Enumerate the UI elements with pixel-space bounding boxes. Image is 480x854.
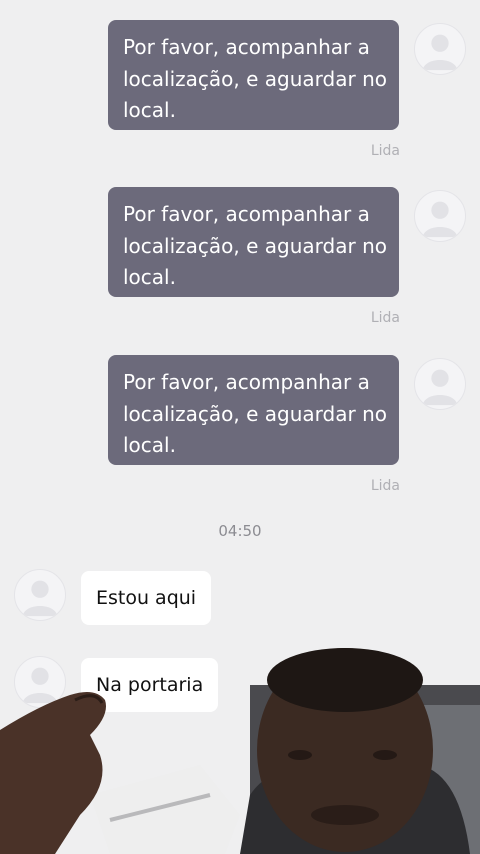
person-head bbox=[257, 648, 433, 852]
read-status: Lida bbox=[370, 143, 400, 159]
incoming-message-bubble[interactable]: Na portaria bbox=[81, 658, 219, 712]
person-hand bbox=[0, 691, 106, 854]
outgoing-message-bubble[interactable]: Por favor, acompanhar a localização, e a… bbox=[108, 20, 399, 130]
message-text: Estou aqui bbox=[96, 587, 197, 609]
contact-avatar-icon[interactable] bbox=[14, 656, 66, 708]
person-torso bbox=[240, 763, 470, 854]
contact-avatar-icon[interactable] bbox=[14, 569, 66, 621]
user-avatar-icon[interactable] bbox=[414, 23, 466, 75]
read-status: Lida bbox=[370, 478, 400, 494]
chat-thread[interactable]: Por favor, acompanhar a localização, e a… bbox=[0, 0, 480, 854]
read-status: Lida bbox=[370, 310, 400, 326]
user-avatar-icon[interactable] bbox=[414, 358, 466, 410]
message-text: Por favor, acompanhar a localização, e a… bbox=[123, 202, 387, 289]
incoming-message-bubble[interactable]: Estou aqui bbox=[81, 571, 212, 625]
user-avatar-icon[interactable] bbox=[414, 190, 466, 242]
message-text: Na portaria bbox=[96, 674, 204, 696]
held-object-edge bbox=[109, 793, 211, 822]
held-object bbox=[90, 765, 240, 854]
message-text: Por favor, acompanhar a localização, e a… bbox=[123, 35, 387, 122]
outgoing-message-bubble[interactable]: Por favor, acompanhar a localização, e a… bbox=[108, 187, 399, 297]
person-eye bbox=[373, 750, 397, 760]
video-feed-overlay bbox=[0, 648, 480, 854]
message-text: Por favor, acompanhar a localização, e a… bbox=[123, 370, 387, 457]
video-background-window bbox=[405, 705, 480, 854]
outgoing-message-bubble[interactable]: Por favor, acompanhar a localização, e a… bbox=[108, 355, 399, 465]
video-background bbox=[250, 685, 480, 854]
time-separator: 04:50 bbox=[218, 522, 262, 540]
person-eye bbox=[288, 750, 312, 760]
person-hair bbox=[267, 648, 423, 712]
person-mouth bbox=[311, 805, 379, 825]
